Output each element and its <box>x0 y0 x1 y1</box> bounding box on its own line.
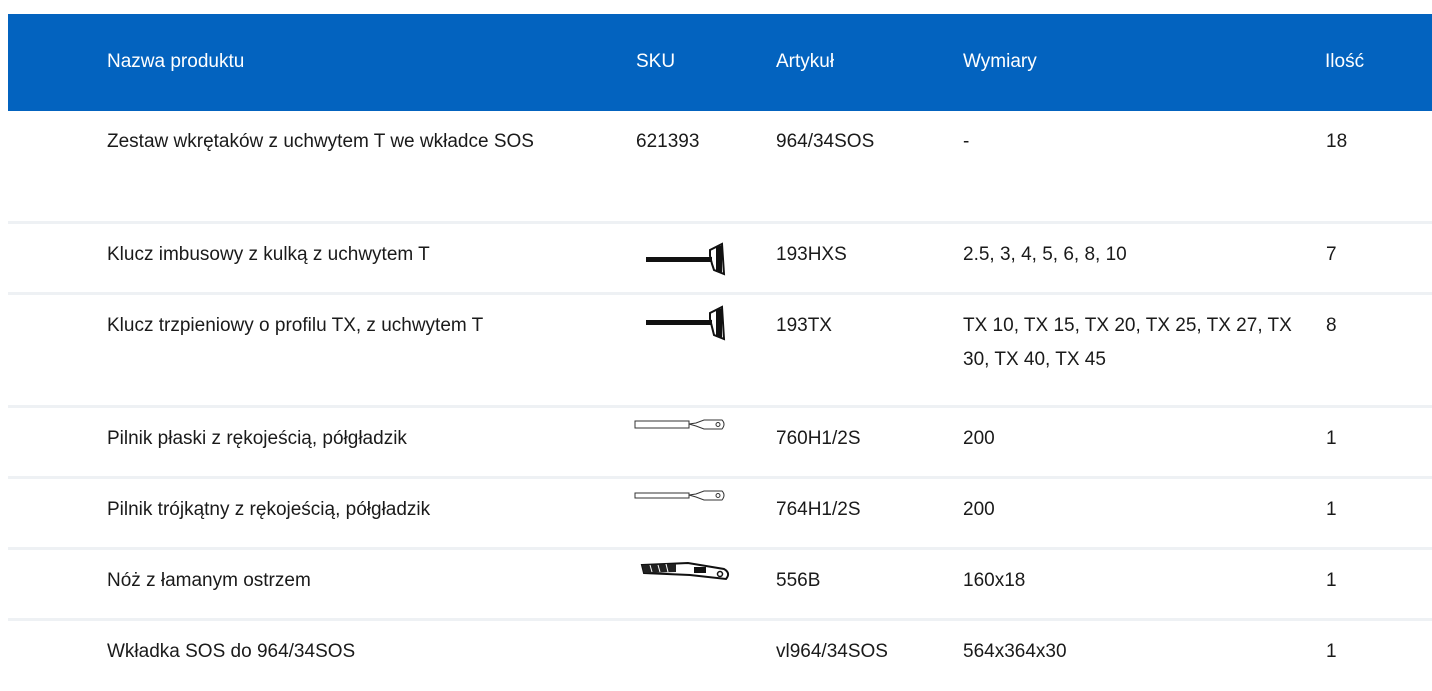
product-name: Pilnik trójkątny z rękojeścią, półgładzi… <box>107 499 431 520</box>
quantity-value: 18 <box>1326 131 1348 152</box>
product-name: Pilnik płaski z rękojeścią, półgładzik <box>107 428 407 449</box>
article-number: vl964/34SOS <box>776 641 888 662</box>
quantity-value: 1 <box>1326 499 1337 520</box>
quantity-value: 1 <box>1326 570 1337 591</box>
t-handle-torx-key-icon <box>646 305 726 341</box>
header-quantity: Ilość <box>1325 51 1365 72</box>
product-name: Nóż z łamanym ostrzem <box>107 570 311 591</box>
dimensions-value: 160x18 <box>963 570 1026 591</box>
table-row: Klucz trzpieniowy o profilu TX, z uchwyt… <box>8 295 1432 408</box>
quantity-value: 1 <box>1326 428 1337 449</box>
triangular-file-icon <box>634 490 725 501</box>
table-row: Wkładka SOS do 964/34SOS vl964/34SOS 564… <box>8 621 1432 691</box>
article-number: 193TX <box>776 315 832 336</box>
product-name: Klucz trzpieniowy o profilu TX, z uchwyt… <box>107 315 484 336</box>
table-row: Klucz imbusowy z kulką z uchwytem T 193H… <box>8 224 1432 295</box>
flat-file-icon <box>634 419 725 430</box>
article-number: 760H1/2S <box>776 428 861 449</box>
dimensions-value: TX 10, TX 15, TX 20, TX 25, TX 27, TX 30… <box>963 315 1292 370</box>
article-number: 964/34SOS <box>776 131 875 152</box>
dimensions-value: 200 <box>963 499 995 520</box>
table-row: Pilnik płaski z rękojeścią, półgładzik 7… <box>8 408 1432 479</box>
header-sku: SKU <box>636 51 676 72</box>
dimensions-value: 2.5, 3, 4, 5, 6, 8, 10 <box>963 244 1127 265</box>
snap-off-knife-icon <box>640 561 730 581</box>
quantity-value: 1 <box>1326 641 1337 662</box>
product-name: Klucz imbusowy z kulką z uchwytem T <box>107 244 430 265</box>
table-row: Nóż z łamanym ostrzem 556B 160x18 1 <box>8 550 1432 621</box>
dimensions-value: 564x364x30 <box>963 641 1067 662</box>
header-product-name: Nazwa produktu <box>107 51 245 72</box>
table-row: Zestaw wkrętaków z uchwytem T we wkładce… <box>8 111 1432 224</box>
quantity-value: 8 <box>1326 315 1337 336</box>
dimensions-value: 200 <box>963 428 995 449</box>
product-name: Zestaw wkrętaków z uchwytem T we wkładce… <box>107 131 534 152</box>
article-number: 764H1/2S <box>776 499 861 520</box>
header-article: Artykuł <box>776 51 835 72</box>
header-dimensions: Wymiary <box>963 51 1037 72</box>
sku-value: 621393 <box>636 131 700 152</box>
article-number: 193HXS <box>776 244 847 265</box>
table-row: Pilnik trójkątny z rękojeścią, półgładzi… <box>8 479 1432 550</box>
quantity-value: 7 <box>1326 244 1337 265</box>
article-number: 556B <box>776 570 821 591</box>
product-name: Wkładka SOS do 964/34SOS <box>107 641 356 662</box>
product-table: Nazwa produktu SKU Artykuł Wymiary Ilość… <box>8 14 1432 691</box>
t-handle-hex-key-icon <box>646 242 726 276</box>
dimensions-value: - <box>963 131 970 152</box>
table-header: Nazwa produktu SKU Artykuł Wymiary Ilość <box>8 14 1432 111</box>
